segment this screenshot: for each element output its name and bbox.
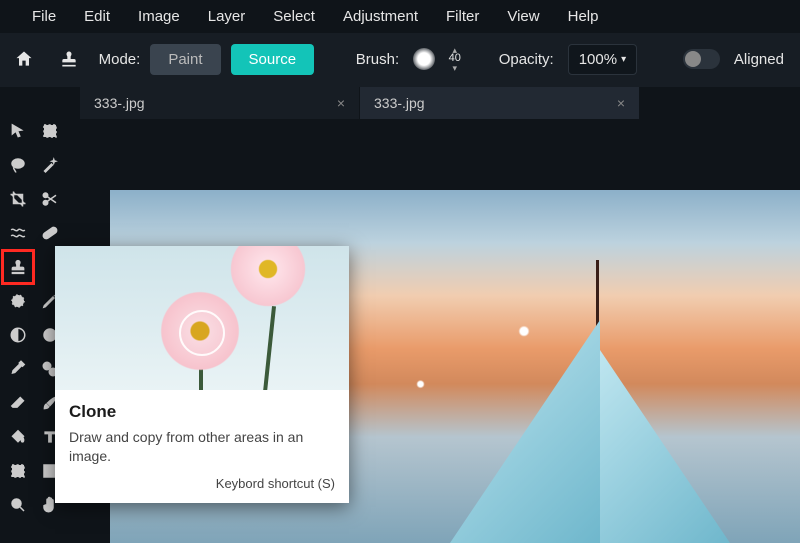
bucket-icon <box>9 428 27 446</box>
cutout-tool[interactable] <box>34 182 66 216</box>
arrow-icon <box>9 122 27 140</box>
tooltip-description: Draw and copy from other areas in an ima… <box>69 428 335 466</box>
wand-tool[interactable] <box>34 148 66 182</box>
brush-preview[interactable] <box>413 48 435 70</box>
boat-sail-right <box>600 350 730 543</box>
toggle-knob <box>685 51 701 67</box>
lasso-icon <box>9 156 27 174</box>
eraser-icon <box>9 394 27 412</box>
heal-tool[interactable] <box>34 216 66 250</box>
opacity-select[interactable]: 100% ▾ <box>568 44 637 75</box>
flower-stem <box>262 306 276 390</box>
menu-adjustment[interactable]: Adjustment <box>343 8 418 25</box>
chevron-down-icon[interactable]: ▾ <box>453 64 458 72</box>
flower-icon <box>225 246 311 312</box>
wave-icon <box>9 224 27 242</box>
menu-view[interactable]: View <box>507 8 539 25</box>
shape-tool[interactable] <box>2 454 34 488</box>
menu-edit[interactable]: Edit <box>84 8 110 25</box>
menu-file[interactable]: File <box>32 8 56 25</box>
document-tabs: 333-.jpg × 333-.jpg × <box>80 87 800 119</box>
close-icon[interactable]: × <box>337 95 345 111</box>
menu-bar: File Edit Image Layer Select Adjustment … <box>0 0 800 33</box>
clone-tool[interactable] <box>2 250 34 284</box>
opacity-value: 100% <box>579 51 617 68</box>
eraser-tool[interactable] <box>2 386 34 420</box>
caret-down-icon: ▾ <box>621 54 626 65</box>
menu-help[interactable]: Help <box>568 8 599 25</box>
shape-icon <box>9 462 27 480</box>
marquee-icon <box>41 122 59 140</box>
boat-sail-left <box>450 320 600 543</box>
mode-source-button[interactable]: Source <box>231 44 315 75</box>
tooltip-body: Clone Draw and copy from other areas in … <box>55 390 349 503</box>
tab-1[interactable]: 333-.jpg × <box>360 87 640 119</box>
gradient-tool[interactable] <box>2 352 34 386</box>
menu-image[interactable]: Image <box>138 8 180 25</box>
aligned-toggle[interactable] <box>683 49 720 69</box>
mode-label: Mode: <box>99 51 141 68</box>
liquify-tool[interactable] <box>2 216 34 250</box>
tooltip-shortcut: Keybord shortcut (S) <box>69 476 335 491</box>
tab-label: 333-.jpg <box>94 95 145 111</box>
eyedropper-icon <box>9 360 27 378</box>
dodge-tool[interactable] <box>2 318 34 352</box>
zoom-icon <box>9 496 27 514</box>
disperse-tool[interactable] <box>2 284 34 318</box>
menu-filter[interactable]: Filter <box>446 8 479 25</box>
menu-select[interactable]: Select <box>273 8 315 25</box>
tool-indicator <box>53 43 84 75</box>
brush-size-stepper[interactable]: ▴ 40 ▾ <box>449 46 461 72</box>
half-circle-icon <box>9 326 27 344</box>
marquee-tool[interactable] <box>34 114 66 148</box>
options-bar: Mode: Paint Source Brush: ▴ 40 ▾ Opacity… <box>0 33 800 87</box>
fill-tool[interactable] <box>2 420 34 454</box>
mode-paint-button[interactable]: Paint <box>150 44 220 75</box>
lasso-tool[interactable] <box>2 148 34 182</box>
home-icon <box>14 49 34 69</box>
dots-ring-icon <box>9 292 27 310</box>
stamp-icon <box>9 258 27 276</box>
tab-label: 333-.jpg <box>374 95 425 111</box>
home-button[interactable] <box>8 43 39 75</box>
tooltip-title: Clone <box>69 402 335 422</box>
crop-tool[interactable] <box>2 182 34 216</box>
wand-icon <box>41 156 59 174</box>
flower-icon <box>155 286 245 376</box>
bandaid-icon <box>41 224 59 242</box>
aligned-label: Aligned <box>734 51 784 68</box>
tool-tooltip: Clone Draw and copy from other areas in … <box>55 246 349 503</box>
tab-0[interactable]: 333-.jpg × <box>80 87 360 119</box>
brush-label: Brush: <box>356 51 399 68</box>
mode-group: Mode: Paint Source <box>99 44 314 75</box>
arrow-tool[interactable] <box>2 114 34 148</box>
zoom-tool[interactable] <box>2 488 34 522</box>
opacity-label: Opacity: <box>499 51 554 68</box>
close-icon[interactable]: × <box>617 95 625 111</box>
scissors-icon <box>41 190 59 208</box>
crop-icon <box>9 190 27 208</box>
menu-layer[interactable]: Layer <box>208 8 246 25</box>
tooltip-thumbnail <box>55 246 349 390</box>
stamp-icon <box>59 49 79 69</box>
